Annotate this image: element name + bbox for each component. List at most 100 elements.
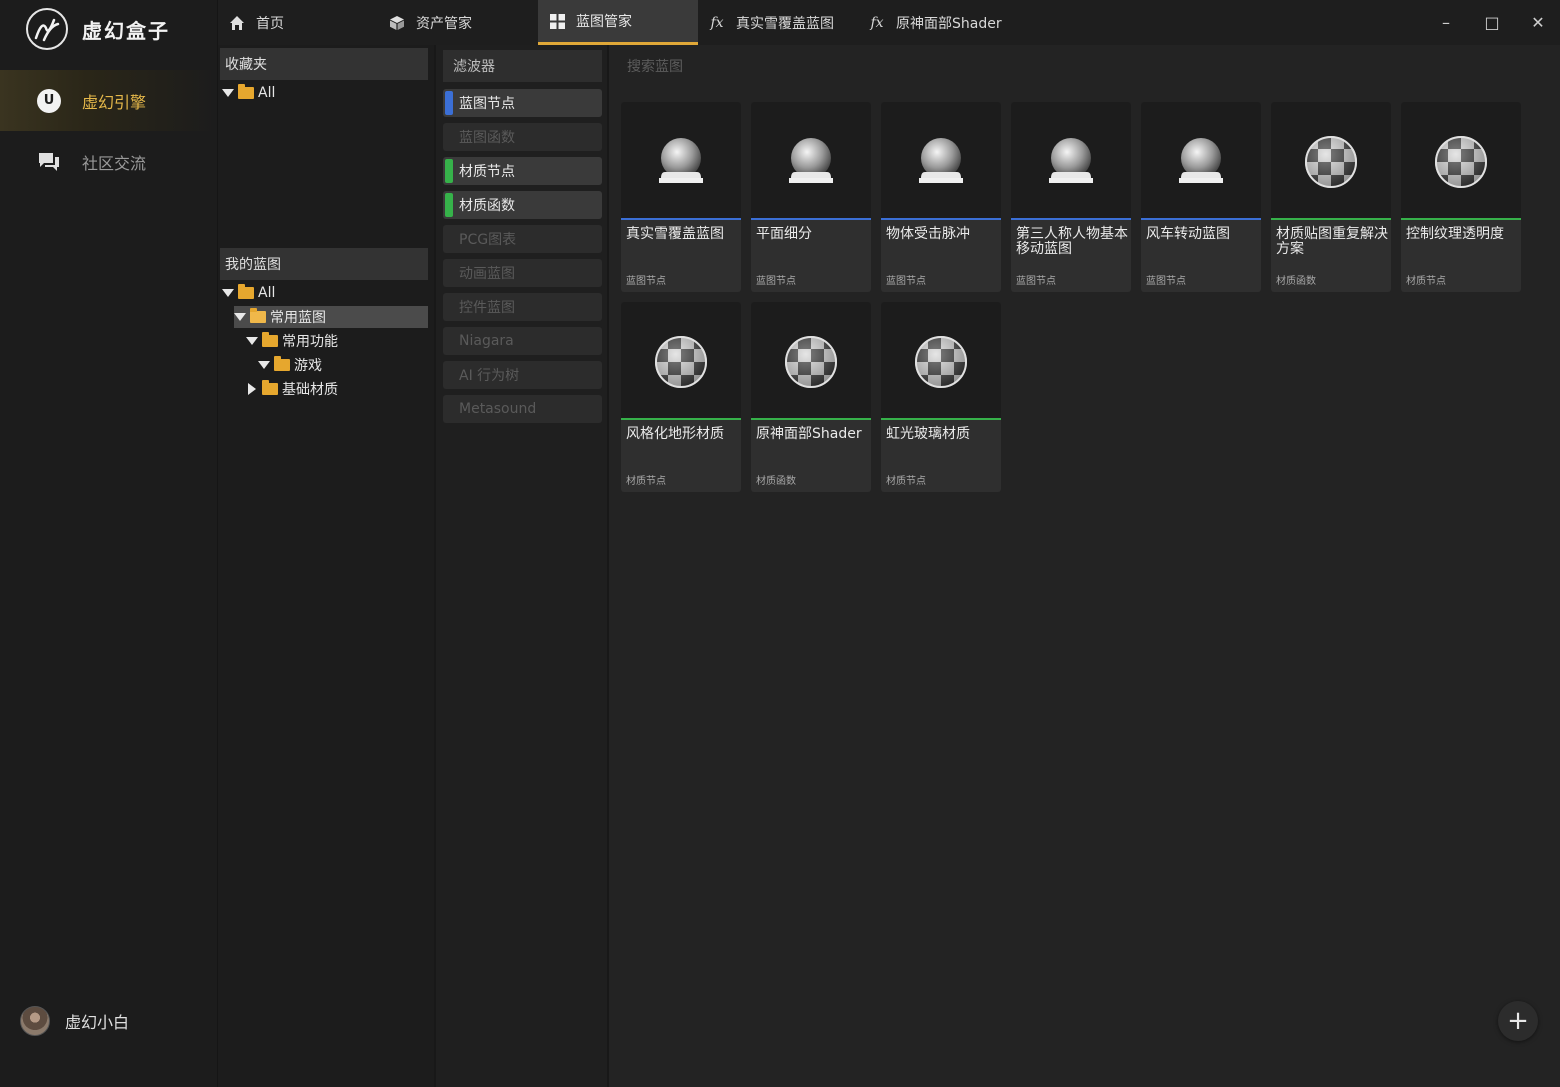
my-blueprints-header: 我的蓝图 [220, 248, 428, 280]
chevron-down-icon[interactable] [222, 289, 234, 297]
tree-item-common-functions[interactable]: 常用功能 [246, 330, 428, 352]
card-type: 材质节点 [626, 476, 666, 487]
filter-material-functions[interactable]: 材质函数 [443, 191, 602, 219]
filter-widget-blueprint[interactable]: 控件蓝图 [443, 293, 602, 321]
card-thumbnail [1011, 102, 1131, 220]
card-thumbnail [751, 302, 871, 420]
chevron-down-icon[interactable] [234, 313, 246, 321]
filter-material-nodes[interactable]: 材质节点 [443, 157, 602, 185]
sphere-icon [789, 138, 833, 183]
filter-metasound[interactable]: Metasound [443, 395, 602, 423]
maximize-button[interactable]: □ [1469, 0, 1515, 45]
folder-icon [262, 380, 278, 395]
tab-label: 蓝图管家 [576, 14, 632, 30]
blueprint-card[interactable]: 风车转动蓝图 蓝图节点 [1141, 102, 1261, 292]
tab-home[interactable]: 首页 [218, 0, 378, 45]
material-card[interactable]: 控制纹理透明度 材质节点 [1401, 102, 1521, 292]
filter-header: 滤波器 [443, 50, 602, 82]
sphere-icon [1049, 138, 1093, 183]
tab-snow-blueprint[interactable]: fx 真实雪覆盖蓝图 [698, 0, 858, 45]
filter-ai-behavior-tree[interactable]: AI 行为树 [443, 361, 602, 389]
function-icon: fx [710, 14, 724, 31]
blueprint-card[interactable]: 第三人称人物基本移动蓝图 蓝图节点 [1011, 102, 1131, 292]
chevron-down-icon[interactable] [246, 337, 258, 345]
card-type: 蓝图节点 [1016, 276, 1056, 287]
chevron-down-icon[interactable] [222, 89, 234, 97]
chevron-right-icon[interactable] [248, 383, 256, 395]
tree-item-basic-materials[interactable]: 基础材质 [246, 378, 428, 400]
filter-label: PCG图表 [459, 232, 517, 248]
card-title: 材质贴图重复解决方案 [1276, 226, 1388, 257]
tab-asset-manager[interactable]: 资产管家 [378, 0, 538, 45]
card-type: 蓝图节点 [756, 276, 796, 287]
card-type: 蓝图节点 [886, 276, 926, 287]
tree-item-label: All [258, 285, 276, 301]
grid-icon [548, 13, 566, 29]
filter-animation-blueprint[interactable]: 动画蓝图 [443, 259, 602, 287]
material-card[interactable]: 材质贴图重复解决方案 材质函数 [1271, 102, 1391, 292]
card-type: 蓝图节点 [626, 276, 666, 287]
tab-bar: 首页 资产管家 蓝图管家 fx 真实雪覆盖蓝图 fx 原神面部Shader – … [218, 0, 1560, 45]
tab-genshin-shader[interactable]: fx 原神面部Shader [858, 0, 1028, 45]
checker-sphere-icon [1305, 136, 1357, 188]
minimize-button[interactable]: – [1423, 0, 1469, 45]
chevron-down-icon[interactable] [258, 361, 270, 369]
sphere-icon [919, 138, 963, 183]
user-profile[interactable]: 虚幻小白 [20, 1006, 129, 1036]
tab-blueprint-manager[interactable]: 蓝图管家 [538, 0, 698, 45]
folder-icon [238, 284, 254, 299]
logo-icon [26, 8, 68, 50]
filter-blueprint-functions[interactable]: 蓝图函数 [443, 123, 602, 151]
card-thumbnail [881, 102, 1001, 220]
blueprint-card[interactable]: 物体受击脉冲 蓝图节点 [881, 102, 1001, 292]
filter-label: Niagara [459, 333, 514, 349]
card-title: 物体受击脉冲 [886, 226, 970, 242]
sidebar-item-community[interactable]: 社区交流 [0, 131, 217, 192]
search-input[interactable] [619, 51, 1119, 83]
filter-label: 控件蓝图 [459, 300, 515, 316]
tree-item-common-blueprints[interactable]: 常用蓝图 [234, 306, 428, 328]
tree-item-favorites-all[interactable]: All [222, 82, 428, 104]
tree-item-games[interactable]: 游戏 [258, 354, 428, 376]
filter-niagara[interactable]: Niagara [443, 327, 602, 355]
filter-blueprint-nodes[interactable]: 蓝图节点 [443, 89, 602, 117]
tree-item-label: 游戏 [294, 358, 322, 374]
card-title: 原神面部Shader [756, 426, 862, 442]
card-thumbnail [1141, 102, 1261, 220]
filter-indicator [445, 91, 453, 115]
sidebar-item-unreal-engine[interactable]: U 虚幻引擎 [0, 70, 217, 131]
material-card[interactable]: 原神面部Shader 材质函数 [751, 302, 871, 492]
checker-sphere-icon [655, 336, 707, 388]
filter-label: 动画蓝图 [459, 266, 515, 282]
blueprint-card[interactable]: 真实雪覆盖蓝图 蓝图节点 [621, 102, 741, 292]
card-thumbnail [621, 302, 741, 420]
tree-item-all[interactable]: All [222, 282, 428, 304]
tab-label: 资产管家 [416, 15, 472, 32]
sphere-icon [1179, 138, 1223, 183]
folder-open-icon [250, 308, 266, 323]
filter-label: Metasound [459, 401, 537, 417]
material-card[interactable]: 风格化地形材质 材质节点 [621, 302, 741, 492]
tab-label: 真实雪覆盖蓝图 [736, 15, 834, 32]
filter-label: AI 行为树 [459, 368, 520, 384]
card-thumbnail [621, 102, 741, 220]
card-type: 材质节点 [886, 476, 926, 487]
app-name: 虚幻盒子 [82, 18, 170, 43]
tab-label: 首页 [256, 15, 284, 32]
app-logo: 虚幻盒子 [26, 8, 170, 50]
sidebar-item-label: 社区交流 [82, 153, 147, 173]
filter-pcg-graph[interactable]: PCG图表 [443, 225, 602, 253]
checker-sphere-icon [1435, 136, 1487, 188]
close-button[interactable]: ✕ [1515, 0, 1560, 45]
card-type: 材质函数 [756, 476, 796, 487]
sphere-icon [659, 138, 703, 183]
material-card[interactable]: 虹光玻璃材质 材质节点 [881, 302, 1001, 492]
card-title: 第三人称人物基本移动蓝图 [1016, 226, 1128, 257]
avatar[interactable] [20, 1006, 50, 1036]
blueprint-card[interactable]: 平面细分 蓝图节点 [751, 102, 871, 292]
tree-item-label: All [258, 85, 276, 101]
folder-icon [274, 356, 290, 371]
add-blueprint-button[interactable]: + [1498, 1001, 1538, 1041]
plus-icon: + [1507, 1006, 1529, 1036]
card-title: 风车转动蓝图 [1146, 226, 1230, 242]
